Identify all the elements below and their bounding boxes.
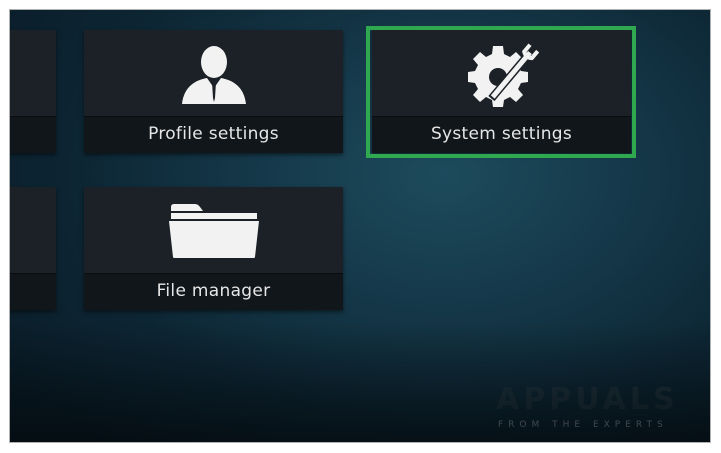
- label-band: [10, 116, 56, 153]
- system-settings-label: System settings: [430, 124, 573, 144]
- file-manager-label: File manager: [156, 281, 271, 301]
- system-settings-tile[interactable]: System settings: [372, 30, 631, 153]
- tile-partial-left-top[interactable]: [10, 30, 56, 153]
- gear-wrench-icon: [467, 43, 539, 107]
- tile-partial-left-bottom[interactable]: [10, 187, 56, 310]
- label-band: [10, 273, 56, 310]
- profile-settings-label: Profile settings: [148, 124, 279, 144]
- watermark-text: APPUALS: [496, 382, 679, 417]
- kodi-settings-screen: Profile settings System settings File ma…: [10, 10, 710, 442]
- appuals-watermark: APPUALS FROM THE EXPERTS: [496, 380, 696, 430]
- file-manager-tile[interactable]: File manager: [84, 187, 343, 310]
- user-icon: [181, 46, 246, 104]
- folder-icon: [168, 204, 259, 258]
- watermark-subtext: FROM THE EXPERTS: [498, 420, 668, 430]
- profile-settings-tile[interactable]: Profile settings: [84, 30, 343, 153]
